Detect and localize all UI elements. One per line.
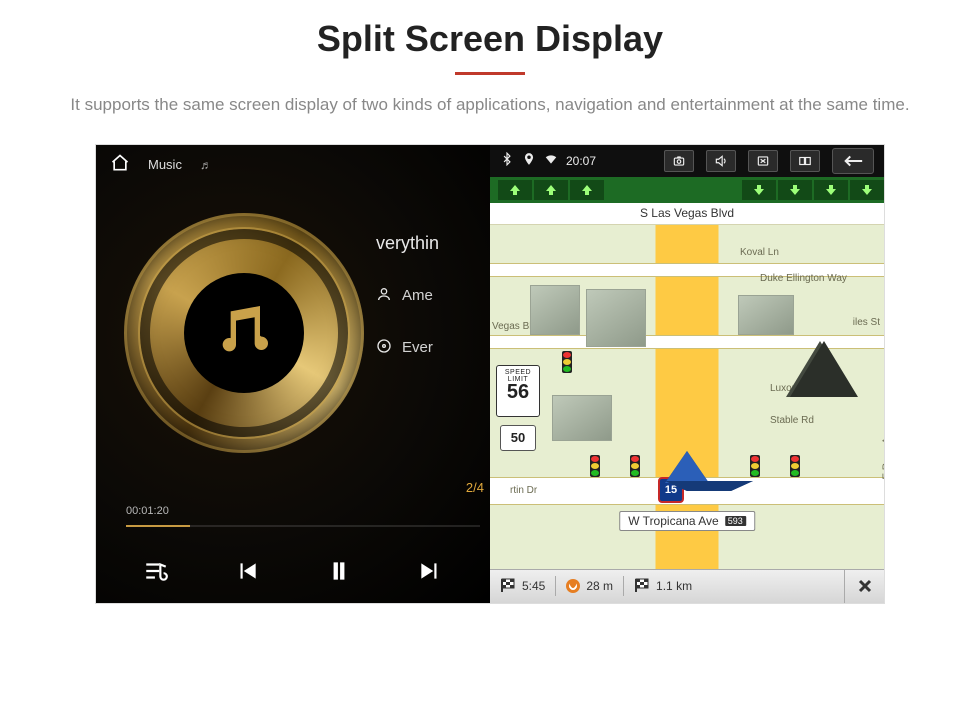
current-street: S Las Vegas Blvd (640, 206, 734, 220)
highway-shield: 50 (500, 425, 536, 451)
current-street-bar: S Las Vegas Blvd (490, 203, 884, 225)
music-topbar-label: Music (148, 157, 182, 172)
street-label: E Reno Ave (882, 427, 884, 480)
flag-icon (634, 577, 650, 596)
lane-arrow (570, 180, 604, 200)
prev-track-button[interactable] (234, 558, 260, 589)
music-pane: Music ♬ verythin Ame (96, 145, 490, 603)
back-button[interactable] (832, 148, 874, 174)
page-description: It supports the same screen display of t… (60, 93, 920, 118)
track-title: verythin (376, 233, 439, 254)
nav-close-button[interactable] (844, 570, 884, 603)
track-index: 2/4 (466, 480, 484, 495)
street-label: Duke Ellington Way (760, 273, 847, 284)
close-app-button[interactable] (748, 150, 778, 172)
album-art (124, 213, 364, 453)
flag-icon (500, 577, 516, 596)
nav-footer: 5:45 28 m 1.1 km (490, 569, 884, 603)
footer-duration: 28 m (586, 579, 613, 593)
tropicana-label: W Tropicana Ave 593 (619, 511, 755, 531)
screenshot-button[interactable] (664, 150, 694, 172)
status-time: 20:07 (566, 154, 596, 168)
street-label: Koval Ln (740, 247, 779, 258)
duration-icon (566, 579, 580, 593)
disc-icon (376, 338, 392, 358)
music-note-icon (212, 298, 276, 367)
lane-guidance-bar (490, 177, 884, 203)
lane-arrow (778, 180, 812, 200)
wifi-icon (544, 152, 558, 169)
navigation-pane: 20:07 S Las Vegas Blvd (490, 145, 884, 603)
playlist-button[interactable] (143, 558, 169, 589)
lane-arrow (742, 180, 776, 200)
street-label: W Tropicana Ave (628, 514, 719, 528)
volume-button[interactable] (706, 150, 736, 172)
page-title: Split Screen Display (0, 18, 980, 60)
lane-arrow (534, 180, 568, 200)
progress-bar[interactable] (126, 525, 480, 527)
footer-remaining: 1.1 km (656, 579, 692, 593)
speed-limit-sign: SPEED LIMIT 56 (496, 365, 540, 417)
title-underline (455, 72, 525, 75)
bluetooth-icon (500, 152, 514, 169)
track-artist: Ame (402, 287, 433, 304)
music-controls (96, 545, 490, 603)
pause-button[interactable] (326, 558, 352, 589)
person-icon (376, 286, 392, 306)
status-bar: 20:07 (490, 145, 884, 177)
device-screenshot: Music ♬ verythin Ame (95, 144, 885, 604)
exit-number: 593 (725, 516, 746, 526)
next-track-button[interactable] (417, 558, 443, 589)
lane-arrow (814, 180, 848, 200)
split-screen-button[interactable] (790, 150, 820, 172)
music-topbar: Music ♬ (96, 145, 490, 185)
usb-icon: ♬ (200, 158, 212, 172)
lane-arrow (850, 180, 884, 200)
speed-limit-value: 56 (497, 381, 539, 404)
footer-eta: 5:45 (522, 579, 545, 593)
vehicle-position-icon (665, 451, 709, 483)
lane-arrow (498, 180, 532, 200)
track-album: Ever (402, 339, 433, 356)
street-label: Stable Rd (770, 415, 814, 426)
lane-separator (606, 180, 612, 200)
home-icon[interactable] (110, 153, 130, 176)
elapsed-time: 00:01:20 (126, 505, 169, 517)
location-icon (522, 152, 536, 169)
street-label: rtin Dr (510, 485, 537, 496)
track-meta: verythin Ame Ever (376, 233, 439, 390)
street-label: iles St (853, 317, 880, 328)
